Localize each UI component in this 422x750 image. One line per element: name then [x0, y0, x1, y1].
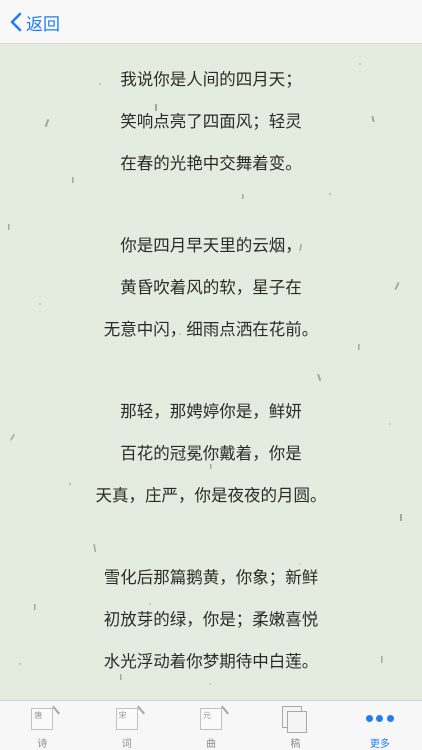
poem-line: 我说你是人间的四月天； — [120, 70, 302, 89]
back-label: 返回 — [26, 14, 60, 35]
tab-label: 稿 — [290, 739, 301, 750]
yuan-page-icon: 元 — [200, 705, 229, 730]
tab-4[interactable]: 更多 — [338, 701, 422, 750]
tab-bar: 唐诗宋词元曲稿更多 — [0, 700, 422, 750]
dot — [376, 715, 384, 722]
tab-2[interactable]: 元曲 — [169, 701, 253, 750]
poem-stanza: 那轻，那娉婷你是，鲜妍 百花的冠冕你戴着，你是天真，庄严，你是夜夜的月圆。 — [0, 398, 422, 524]
poem-stanza: 我说你是人间的四月天； 笑响点亮了四面风；轻灵 在春的光艳中交舞着变。 — [0, 66, 422, 192]
pencil-icon — [52, 705, 61, 715]
poem-line: 百花的冠冕你戴着，你是 — [120, 444, 302, 463]
pencil-icon — [136, 705, 145, 715]
icon-char: 唐 — [34, 711, 43, 720]
poem-text: 我说你是人间的四月天； 笑响点亮了四面风；轻灵 在春的光艳中交舞着变。 你是四月早天里… — [0, 66, 422, 700]
tab-1[interactable]: 宋词 — [84, 701, 168, 750]
chevron-left-icon — [10, 12, 22, 32]
icon-char: 元 — [203, 711, 212, 720]
draft-pages-icon — [282, 706, 308, 734]
pencil-icon — [221, 705, 229, 715]
icon-char: 宋 — [118, 711, 127, 720]
tab-label: 曲 — [206, 739, 217, 750]
tab-label: 诗 — [37, 739, 48, 750]
tab-label: 词 — [121, 739, 132, 750]
poem-line: 雪化后那篇鹅黄，你象；新鲜 — [103, 568, 319, 587]
tab-3[interactable]: 稿 — [253, 701, 337, 750]
poem-line: 水光浮动着你梦期待中白莲。 — [103, 652, 319, 671]
poem-line: 笑响点亮了四面风；轻灵 — [120, 112, 302, 131]
poem-line: 黄昏吹着风的软，星子在 — [120, 278, 302, 297]
back-button[interactable]: 返回 — [10, 8, 60, 36]
dot — [365, 715, 373, 722]
navigation-bar: 返回 — [0, 0, 422, 44]
poem-line: 在春的光艳中交舞着变。 — [120, 154, 302, 173]
poem-stanza: 你是四月早天里的云烟， 黄昏吹着风的软，星子在 无意中闪，细雨点洒在花前。 — [0, 232, 422, 358]
poem-line: 天真，庄严，你是夜夜的月圆。 — [95, 486, 327, 505]
poem-line: 你是四月早天里的云烟， — [120, 236, 302, 255]
poem-page[interactable]: 我说你是人间的四月天； 笑响点亮了四面风；轻灵 在春的光艳中交舞着变。 你是四月早天里… — [0, 44, 422, 700]
dot — [386, 715, 394, 722]
tab-0[interactable]: 唐诗 — [0, 701, 84, 750]
poem-line: 无意中闪，细雨点洒在花前。 — [103, 320, 319, 339]
poem-stanza: 雪化后那篇鹅黄，你象；新鲜 初放芽的绿，你是；柔嫩喜悦 水光浮动着你梦期待中白莲。 — [0, 564, 422, 690]
tang-page-icon: 唐 — [31, 705, 61, 730]
sheet — [287, 711, 308, 733]
poem-line: 那轻，那娉婷你是，鲜妍 — [120, 402, 302, 421]
song-page-icon: 宋 — [115, 705, 145, 730]
tab-label: 更多 — [369, 739, 390, 750]
more-dots-icon — [365, 715, 394, 723]
poem-line: 初放芽的绿，你是；柔嫩喜悦 — [103, 610, 319, 629]
